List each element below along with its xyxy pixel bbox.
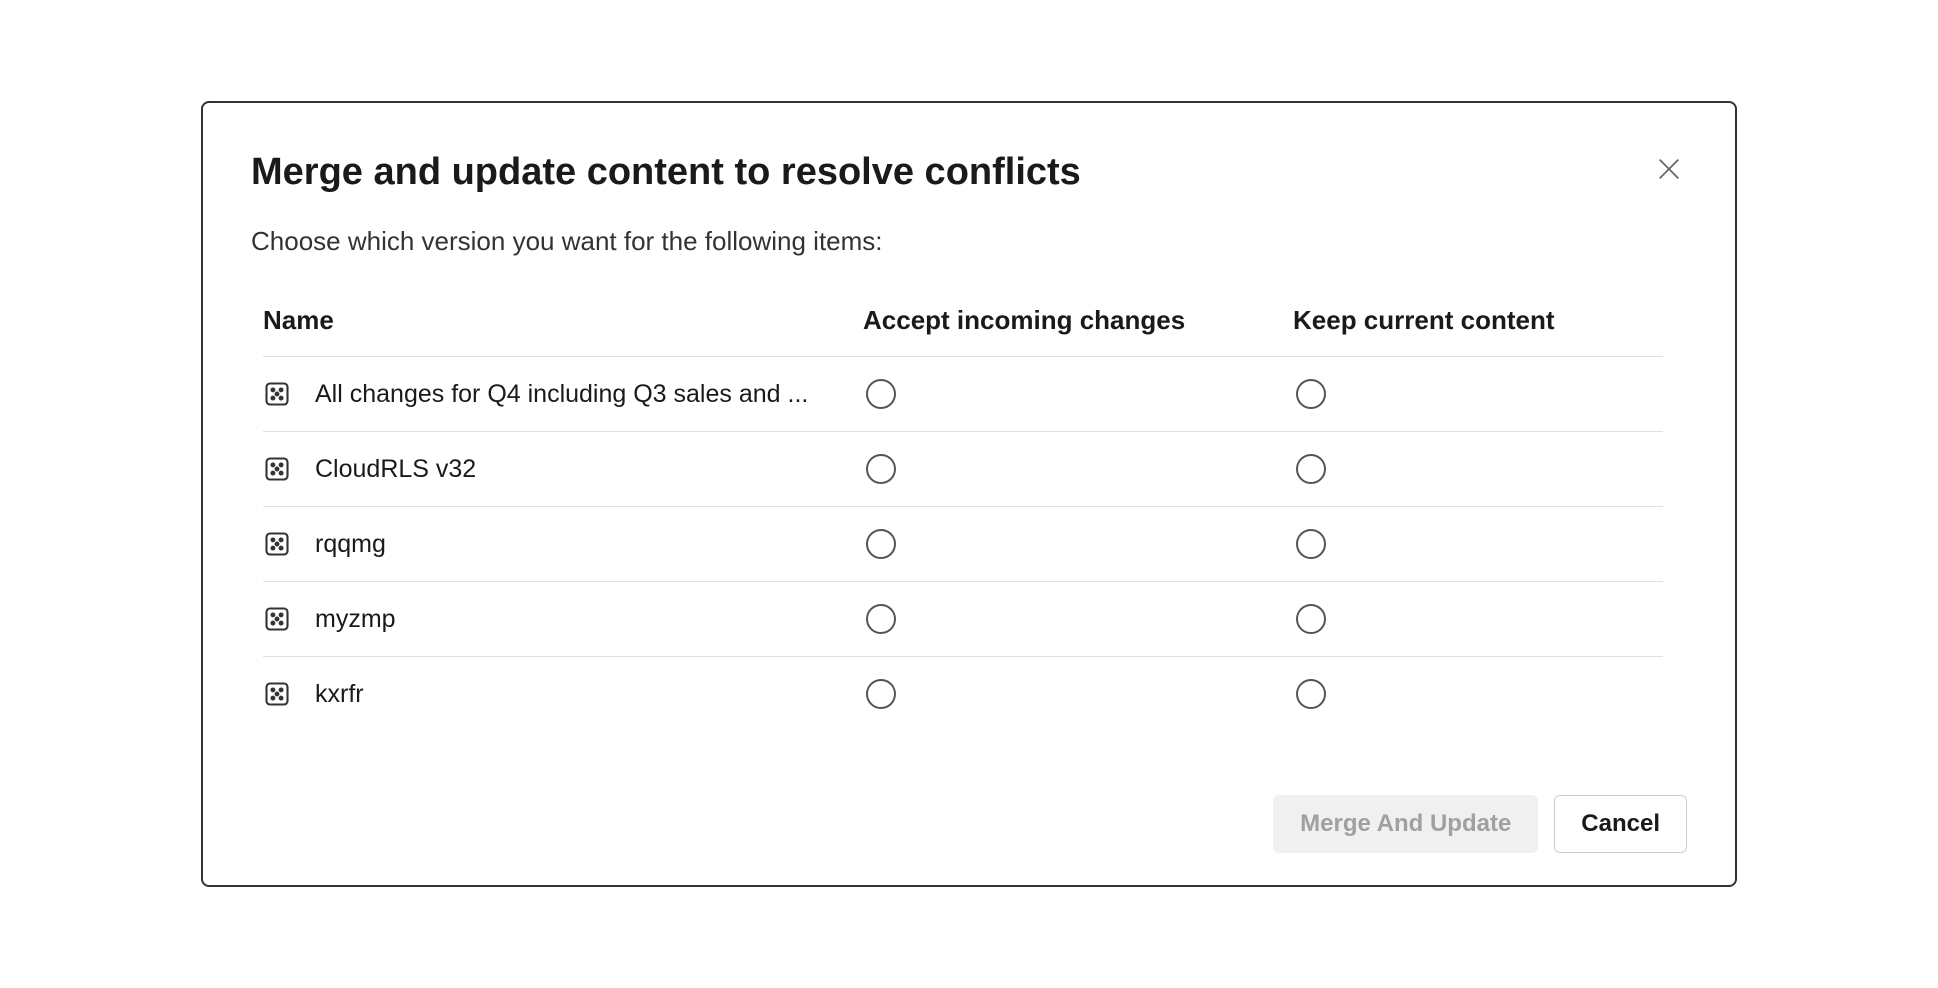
table-row: rqqmg bbox=[263, 507, 1663, 582]
accept-radio[interactable] bbox=[866, 679, 896, 709]
item-name: CloudRLS v32 bbox=[315, 455, 476, 484]
keep-cell bbox=[1293, 379, 1663, 409]
accept-cell bbox=[863, 679, 1293, 709]
item-name: kxrfr bbox=[315, 680, 364, 709]
model-icon bbox=[263, 605, 291, 633]
dialog-header: Merge and update content to resolve conf… bbox=[251, 151, 1687, 194]
keep-radio[interactable] bbox=[1296, 679, 1326, 709]
keep-cell bbox=[1293, 679, 1663, 709]
name-cell: rqqmg bbox=[263, 530, 863, 559]
keep-radio[interactable] bbox=[1296, 454, 1326, 484]
name-cell: kxrfr bbox=[263, 680, 863, 709]
table-row: kxrfr bbox=[263, 657, 1663, 731]
keep-cell bbox=[1293, 604, 1663, 634]
table-row: CloudRLS v32 bbox=[263, 432, 1663, 507]
table-row: All changes for Q4 including Q3 sales an… bbox=[263, 357, 1663, 432]
keep-cell bbox=[1293, 454, 1663, 484]
dialog-subtitle: Choose which version you want for the fo… bbox=[251, 226, 1687, 257]
accept-radio[interactable] bbox=[866, 529, 896, 559]
accept-radio[interactable] bbox=[866, 454, 896, 484]
model-icon bbox=[263, 380, 291, 408]
table-header-row: Name Accept incoming changes Keep curren… bbox=[263, 305, 1663, 357]
accept-radio[interactable] bbox=[866, 604, 896, 634]
cancel-button[interactable]: Cancel bbox=[1554, 795, 1687, 853]
item-name: myzmp bbox=[315, 605, 396, 634]
name-cell: myzmp bbox=[263, 605, 863, 634]
accept-cell bbox=[863, 529, 1293, 559]
column-header-keep: Keep current content bbox=[1293, 305, 1663, 336]
column-header-accept: Accept incoming changes bbox=[863, 305, 1293, 336]
item-name: rqqmg bbox=[315, 530, 386, 559]
dialog-footer: Merge And Update Cancel bbox=[251, 771, 1687, 853]
dialog-title: Merge and update content to resolve conf… bbox=[251, 151, 1081, 194]
model-icon bbox=[263, 455, 291, 483]
name-cell: CloudRLS v32 bbox=[263, 455, 863, 484]
column-header-name: Name bbox=[263, 305, 863, 336]
conflict-table: Name Accept incoming changes Keep curren… bbox=[251, 305, 1687, 771]
close-icon bbox=[1655, 155, 1683, 183]
close-button[interactable] bbox=[1651, 151, 1687, 187]
keep-radio[interactable] bbox=[1296, 604, 1326, 634]
table-row: myzmp bbox=[263, 582, 1663, 657]
model-icon bbox=[263, 530, 291, 558]
merge-conflict-dialog: Merge and update content to resolve conf… bbox=[201, 101, 1737, 887]
model-icon bbox=[263, 680, 291, 708]
keep-radio[interactable] bbox=[1296, 379, 1326, 409]
keep-cell bbox=[1293, 529, 1663, 559]
item-name: All changes for Q4 including Q3 sales an… bbox=[315, 380, 808, 409]
merge-and-update-button[interactable]: Merge And Update bbox=[1273, 795, 1538, 853]
accept-cell bbox=[863, 454, 1293, 484]
accept-radio[interactable] bbox=[866, 379, 896, 409]
accept-cell bbox=[863, 379, 1293, 409]
name-cell: All changes for Q4 including Q3 sales an… bbox=[263, 380, 863, 409]
keep-radio[interactable] bbox=[1296, 529, 1326, 559]
accept-cell bbox=[863, 604, 1293, 634]
